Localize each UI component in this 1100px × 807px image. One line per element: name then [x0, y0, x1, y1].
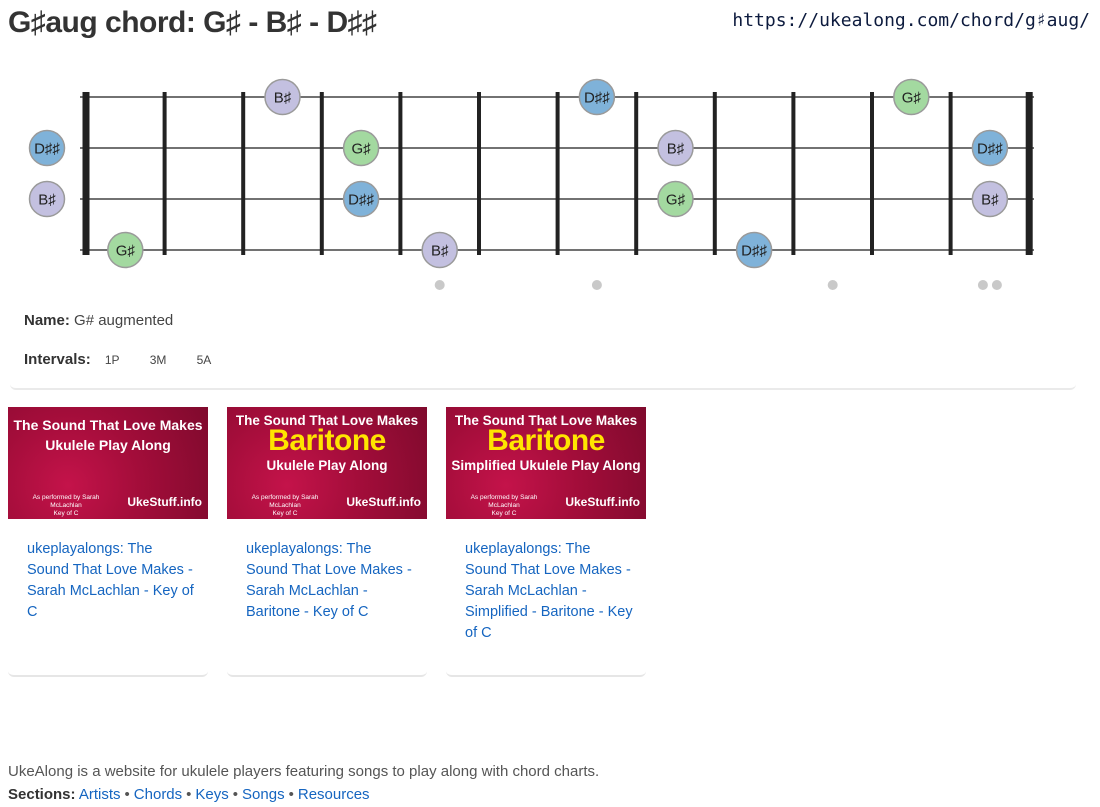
- note-marker: D♯♯: [735, 231, 773, 269]
- fret-wire: [948, 92, 953, 255]
- note-label: B♯: [274, 90, 292, 107]
- section-link-songs[interactable]: Songs: [242, 786, 285, 803]
- fret-marker-dot: [591, 280, 602, 290]
- thumbnail-brand: UkeStuff.info: [346, 495, 421, 509]
- video-link[interactable]: ukeplayalongs: The Sound That Love Makes…: [465, 539, 635, 644]
- note-marker: G♯: [893, 78, 930, 116]
- thumbnail-subtitle: Simplified Ukulele Play Along: [451, 458, 641, 473]
- fretboard-diagram: D♯♯ B♯ B♯ D♯♯ G♯ G♯ B♯ D♯♯ D♯♯ G♯ B♯ G♯ B♯ D♯♯: [28, 78, 1034, 290]
- note-marker: D♯♯: [28, 129, 66, 167]
- chord-name-value: G# augmented: [74, 312, 174, 329]
- note-label: B♯: [981, 192, 999, 209]
- note-label: D♯♯: [977, 141, 1003, 158]
- video-card: The Sound That Love Makes Baritone Simpl…: [446, 407, 646, 677]
- interval-root: 1P: [104, 353, 120, 367]
- footer-sections: Sections: Artists • Chords • Keys • Songs • Reso…: [8, 786, 370, 803]
- note-label: B♯: [38, 192, 56, 209]
- fret-wire: [241, 92, 246, 255]
- note-label: B♯: [667, 141, 685, 158]
- fret-wire: [477, 92, 481, 255]
- chord-name-label: Name:: [24, 312, 70, 329]
- section-link-chords[interactable]: Chords: [134, 786, 182, 803]
- fret-marker-dot: [434, 280, 445, 290]
- sections-label: Sections:: [8, 786, 76, 803]
- chord-info-card: Name: G# augmented Intervals: 1P 3M 5A: [10, 292, 1076, 390]
- note-label: D♯♯: [34, 141, 60, 158]
- thumbnail-subtitle: Ukulele Play Along: [266, 458, 388, 473]
- thumbnail-brand: UkeStuff.info: [565, 495, 640, 509]
- video-thumbnail[interactable]: The Sound That Love Makes Baritone Simpl…: [446, 407, 646, 519]
- chord-name: Name: G# augmented: [24, 312, 173, 329]
- fret-wire: [555, 92, 560, 255]
- note-label: G♯: [116, 243, 136, 260]
- thumbnail-highlight: Baritone: [487, 424, 605, 457]
- fret-marker-dot: [827, 280, 838, 290]
- section-link-artists[interactable]: Artists: [79, 786, 121, 803]
- section-link-keys[interactable]: Keys: [195, 786, 228, 803]
- note-label: D♯♯: [348, 192, 374, 209]
- note-marker: G♯: [657, 180, 694, 218]
- thumbnail-brand: UkeStuff.info: [127, 495, 202, 509]
- video-link[interactable]: ukeplayalongs: The Sound That Love Makes…: [27, 539, 197, 623]
- fret-marker-dot: [977, 280, 988, 290]
- nut: [82, 92, 90, 255]
- section-link-resources[interactable]: Resources: [298, 786, 370, 803]
- fret-wire: [791, 92, 796, 255]
- thumbnail-performer: As performed by Sarah McLachlan Key of C: [251, 494, 319, 517]
- video-thumbnail[interactable]: The Sound That Love Makes Ukulele Play A…: [8, 407, 208, 519]
- note-marker: D♯♯: [971, 129, 1009, 167]
- note-marker: G♯: [342, 129, 380, 167]
- thumbnail-highlight: Baritone: [268, 424, 386, 457]
- note-marker: B♯: [971, 180, 1009, 218]
- note-marker: G♯: [107, 231, 144, 269]
- fret-wire: [634, 92, 639, 255]
- thumbnail-performer: As performed by Sarah McLachlan Key of C: [470, 494, 538, 517]
- interval-third: 3M: [149, 353, 167, 367]
- fret-marker-dot: [991, 280, 1002, 290]
- note-marker: B♯: [657, 129, 694, 167]
- fret-wire: [870, 92, 874, 255]
- note-label: G♯: [666, 192, 686, 209]
- intervals-label: Intervals:: [24, 351, 91, 368]
- thumbnail-title: The Sound That Love Makes: [13, 417, 203, 433]
- site-description: UkeAlong is a website for ukulele player…: [8, 763, 600, 780]
- note-marker: B♯: [421, 231, 458, 269]
- video-card: The Sound That Love Makes Baritone Ukule…: [227, 407, 427, 677]
- video-card: The Sound That Love Makes Ukulele Play A…: [8, 407, 208, 677]
- note-label: G♯: [352, 141, 372, 158]
- thumbnail-performer: As performed by Sarah McLachlan Key of C: [32, 494, 100, 517]
- note-marker: B♯: [28, 180, 66, 218]
- note-label: G♯: [902, 90, 922, 107]
- fret-wire: [162, 92, 167, 255]
- thumbnail-subtitle: Ukulele Play Along: [45, 437, 171, 453]
- note-marker: D♯♯: [342, 180, 380, 218]
- fret-wire: [319, 92, 324, 255]
- interval-fifth: 5A: [196, 353, 212, 367]
- video-link[interactable]: ukeplayalongs: The Sound That Love Makes…: [246, 539, 416, 623]
- fret-wire: [398, 92, 403, 255]
- note-marker: B♯: [264, 78, 301, 116]
- chord-intervals: Intervals: 1P 3M 5A: [24, 351, 211, 368]
- note-label: B♯: [431, 243, 449, 260]
- note-label: D♯♯: [741, 243, 767, 260]
- note-label: D♯♯: [584, 90, 610, 107]
- note-marker: D♯♯: [578, 78, 616, 116]
- video-thumbnail[interactable]: The Sound That Love Makes Baritone Ukule…: [227, 407, 427, 519]
- fret-wire: [1025, 92, 1033, 255]
- fret-wire: [712, 92, 717, 255]
